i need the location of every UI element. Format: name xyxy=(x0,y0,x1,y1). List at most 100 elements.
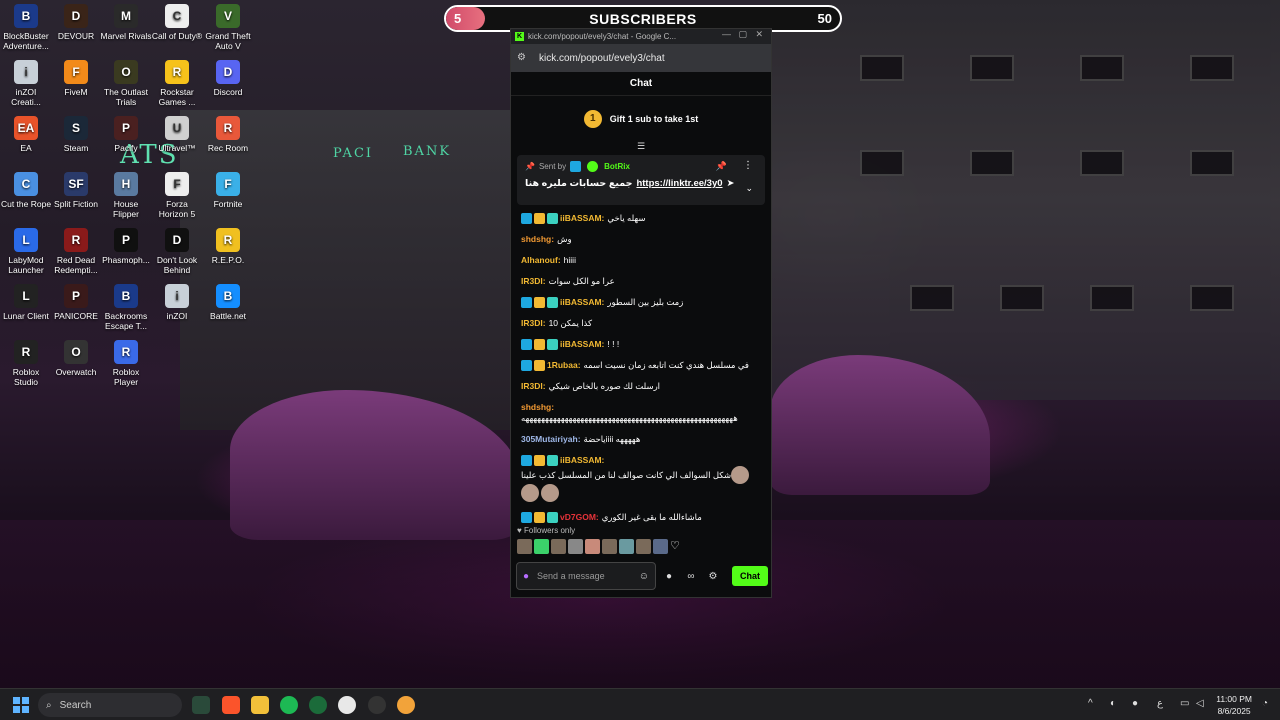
desktop-icon[interactable]: L LabyMod Launcher xyxy=(0,228,52,275)
taskbar-search[interactable]: ⌕ Search xyxy=(38,693,182,717)
desktop-icon[interactable]: C Call of Duty® xyxy=(151,4,203,41)
desktop-icon[interactable]: V Grand Theft Auto V xyxy=(202,4,254,51)
emote-icon[interactable] xyxy=(636,539,651,554)
microphone-icon[interactable]: ● xyxy=(523,571,529,582)
close-icon[interactable]: ✕ xyxy=(755,29,763,40)
send-chat-button[interactable]: Chat xyxy=(732,566,768,586)
infinity-icon[interactable]: ∞ xyxy=(682,571,700,582)
desktop-icon[interactable]: L Lunar Client xyxy=(0,284,52,321)
desktop-icon[interactable]: B Backrooms Escape T... xyxy=(100,284,152,331)
desktop-icon[interactable]: O Overwatch xyxy=(50,340,102,377)
gear-icon[interactable]: ⚙ xyxy=(704,571,722,582)
app-icon: R xyxy=(64,228,88,252)
maximize-icon[interactable]: ▢ xyxy=(738,29,747,40)
gift-sub-banner[interactable]: 1 Gift 1 sub to take 1st xyxy=(511,96,771,141)
network-icon[interactable]: ▭ xyxy=(1180,698,1189,709)
pinned-bot-name[interactable]: BotRix xyxy=(604,162,630,171)
tray-app-icon[interactable]: ◐ xyxy=(1110,698,1116,709)
xbox-icon[interactable] xyxy=(192,696,210,714)
tray-chevron-up-icon[interactable]: ^ xyxy=(1088,698,1093,709)
desktop-icon[interactable]: R Rockstar Games ... xyxy=(151,60,203,107)
chat-username[interactable]: IR3DI: xyxy=(521,276,546,287)
desktop-icon[interactable]: D Discord xyxy=(202,60,254,97)
chevron-down-icon[interactable]: ⌄ xyxy=(745,183,753,194)
minimize-icon[interactable]: — xyxy=(722,29,731,39)
chat-username[interactable]: shdshg: xyxy=(521,234,554,245)
emote-icon[interactable] xyxy=(568,539,583,554)
desktop-icon[interactable]: C Cut the Rope xyxy=(0,172,52,209)
spotify-icon[interactable] xyxy=(280,696,298,714)
desktop-icon[interactable]: R Red Dead Redempti... xyxy=(50,228,102,275)
pinned-toggle-icon[interactable]: ☰ xyxy=(511,141,771,151)
desktop-icon[interactable]: SF Split Fiction xyxy=(50,172,102,209)
window-titlebar[interactable]: K kick.com/popout/evely3/chat - Google C… xyxy=(511,29,771,44)
site-info-icon[interactable]: ⚙ xyxy=(517,52,529,64)
chat-username[interactable]: 305Mutairiyah: xyxy=(521,434,581,445)
desktop-icon[interactable]: F Fortnite xyxy=(202,172,254,209)
desktop-icon[interactable]: F Forza Horizon 5 xyxy=(151,172,203,219)
file-explorer-icon[interactable] xyxy=(251,696,269,714)
chat-username[interactable]: iiBASSAM: xyxy=(560,455,604,466)
address-bar[interactable]: ⚙ kick.com/popout/evely3/chat xyxy=(511,44,771,72)
notifications-icon[interactable]: ◔ xyxy=(1262,698,1268,709)
chat-username[interactable]: iiBASSAM: xyxy=(560,213,604,224)
chat-popup-window[interactable]: K kick.com/popout/evely3/chat - Google C… xyxy=(510,28,772,598)
chat-username[interactable]: vD7GOM: xyxy=(560,512,599,523)
windows-start-icon[interactable] xyxy=(13,697,29,713)
desktop-icon[interactable]: R R.E.P.O. xyxy=(202,228,254,265)
desktop-icon[interactable]: R Roblox Player xyxy=(100,340,152,387)
desktop-icon[interactable]: P Phasmoph... xyxy=(100,228,152,265)
volume-icon[interactable]: ◁ xyxy=(1196,698,1204,709)
chat-username[interactable]: shdshg: xyxy=(521,402,554,413)
desktop-icon[interactable]: EA EA xyxy=(0,116,52,153)
desktop-icon[interactable]: P PANICORE xyxy=(50,284,102,321)
microphone-tray-icon[interactable]: ● xyxy=(1132,698,1138,709)
desktop-icon[interactable]: S Steam xyxy=(50,116,102,153)
emote-icon[interactable] xyxy=(619,539,634,554)
chat-message: iiBASSAM: شكل السوالف الي كانت صوالف لنا … xyxy=(521,455,761,502)
brave-icon[interactable] xyxy=(222,696,240,714)
more-options-icon[interactable]: ⋮ xyxy=(743,160,753,171)
emote-icon[interactable] xyxy=(551,539,566,554)
vip-badge-icon xyxy=(521,339,532,350)
emote-icon[interactable] xyxy=(534,539,549,554)
desktop-icon[interactable]: U Ultravel™ xyxy=(151,116,203,153)
desktop-icon[interactable]: M Marvel Rivals xyxy=(100,4,152,41)
desktop-icon[interactable]: H House Flipper xyxy=(100,172,152,219)
desktop-icon[interactable]: F FiveM xyxy=(50,60,102,97)
users-icon[interactable]: ● xyxy=(660,571,678,582)
emote-icon[interactable] xyxy=(653,539,668,554)
chat-username[interactable]: Alhanouf: xyxy=(521,255,561,266)
language-indicator[interactable]: ع xyxy=(1157,698,1163,709)
sub-badge-icon xyxy=(547,297,558,308)
desktop-icon[interactable]: B BlockBuster Adventure... xyxy=(0,4,52,51)
emote-icon[interactable] xyxy=(517,539,532,554)
chat-username[interactable]: IR3DI: xyxy=(521,318,546,329)
chat-username[interactable]: iiBASSAM: xyxy=(560,339,604,350)
chat-username[interactable]: iiBASSAM: xyxy=(560,297,604,308)
chat-username[interactable]: IR3DI: xyxy=(521,381,546,392)
obs-icon[interactable] xyxy=(368,696,386,714)
desktop-icon[interactable]: O The Outlast Trials xyxy=(100,60,152,107)
desktop-icon[interactable]: P Pacify xyxy=(100,116,152,153)
notification-app-icon[interactable] xyxy=(397,696,415,714)
desktop-icon[interactable]: D Don't Look Behind xyxy=(151,228,203,275)
message-input[interactable]: ● Send a message ☺ xyxy=(516,562,656,590)
pinned-link[interactable]: https://linktr.ee/3y0 xyxy=(636,178,722,189)
desktop-icon[interactable]: R Roblox Studio xyxy=(0,340,52,387)
desktop-icon[interactable]: R Rec Room xyxy=(202,116,254,153)
desktop-icon[interactable]: D DEVOUR xyxy=(50,4,102,41)
desktop-icon[interactable]: i inZOI xyxy=(151,284,203,321)
pin-icon[interactable]: 📌 xyxy=(716,161,727,172)
emote-icon[interactable] xyxy=(585,539,600,554)
emoji-icon[interactable]: ☺ xyxy=(639,571,649,582)
desktop-icon-label: Cut the Rope xyxy=(0,199,52,209)
chrome-icon[interactable] xyxy=(338,696,356,714)
taskbar-clock[interactable]: 11:00 PM 8/6/2025 xyxy=(1216,693,1252,717)
app-icon[interactable] xyxy=(309,696,327,714)
desktop-icon[interactable]: i inZOI Creati... xyxy=(0,60,52,107)
emote-icon[interactable] xyxy=(602,539,617,554)
heart-icon[interactable]: ♡ xyxy=(670,539,685,554)
chat-username[interactable]: 1Rubaa: xyxy=(547,360,581,371)
desktop-icon[interactable]: B Battle.net xyxy=(202,284,254,321)
